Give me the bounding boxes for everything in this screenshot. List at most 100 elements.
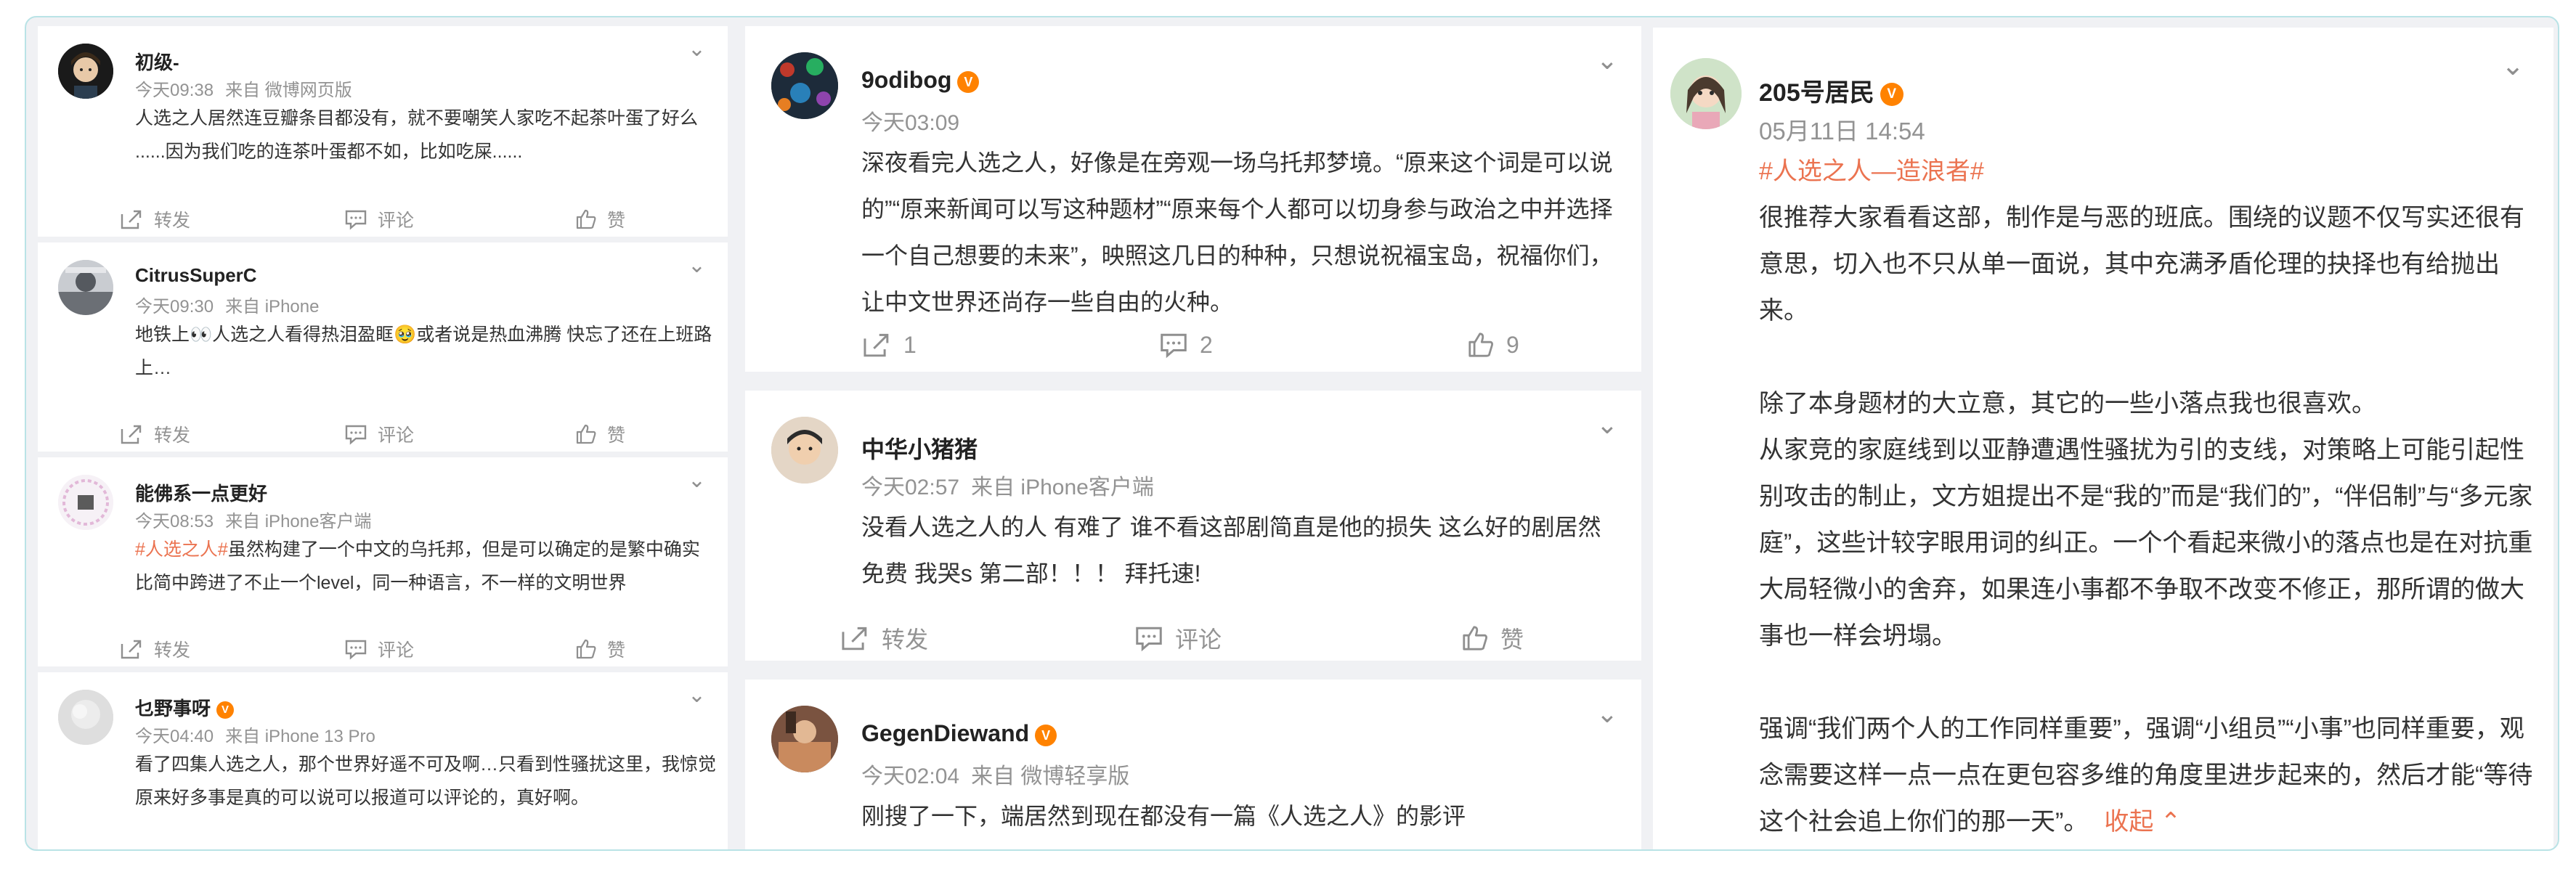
user-name[interactable]: 9odibog V (861, 67, 980, 94)
chevron-down-icon[interactable]: ⌄ (1596, 698, 1618, 729)
avatar[interactable] (58, 260, 113, 315)
chevron-down-icon[interactable]: ⌄ (1596, 409, 1618, 440)
avatar[interactable] (58, 690, 113, 745)
post-paragraph (1759, 659, 2536, 706)
like-button[interactable]: 赞 (575, 636, 625, 662)
comment-icon (345, 425, 367, 445)
post-text: 看了四集人选之人，那个世界好遥不可及啊…只看到性骚扰这里，我惊觉原来好多事是真的… (135, 754, 717, 808)
repost-button[interactable]: 转发 (119, 636, 190, 662)
post-source: 来自 微博轻享版 (971, 764, 1130, 788)
avatar[interactable] (58, 475, 113, 530)
comment-icon (1136, 627, 1162, 652)
thumbs-up-icon (576, 209, 596, 229)
post-time: 今天02:57 (861, 476, 960, 499)
repost-button[interactable]: 转发 (840, 621, 928, 655)
post-meta: 今天08:53 来自 iPhone客户端 (135, 507, 371, 532)
chevron-down-icon[interactable]: ⌄ (688, 468, 706, 493)
post-text: 刚搜了一下，端居然到现在都没有一篇《人选之人》的影评 (861, 803, 1466, 829)
repost-icon (121, 425, 142, 444)
post-meta: 今天02:57 来自 iPhone客户端 (861, 469, 1154, 501)
post-paragraph (1759, 334, 2536, 380)
repost-button[interactable]: 转发 (119, 206, 190, 232)
post-meta: 今天09:38 来自 微博网页版 (135, 76, 352, 101)
comment-button[interactable]: 评论 (344, 636, 414, 662)
post-text: 深夜看完人选之人，好像是在旁观一场乌托邦梦境。“原来这个词是可以说的”“原来新闻… (861, 150, 1613, 315)
collapse-button[interactable]: 收起 ⌃ (2104, 808, 2181, 836)
post-card[interactable]: CitrusSuperC ⌄ 今天09:30 来自 iPhone 地铁上👀人选之人… (38, 242, 728, 452)
thumbs-up-icon (576, 639, 596, 659)
post-text: 没看人选之人的人 有难了 谁不看这部剧简直是他的损失 这么好的剧居然免费 我哭s… (861, 514, 1601, 587)
post-meta: 今天02:04 来自 微博轻享版 (861, 758, 1129, 790)
post-time: 今天04:40 (135, 727, 214, 746)
comment-button[interactable]: 2 (1159, 331, 1213, 359)
post-text: #人选之人—造浪者# 很推荐大家看看这部，制作是与恶的班底。围绕的议题不仅写实还… (1759, 148, 2536, 845)
post-time: 今天02:04 (861, 764, 960, 788)
user-name[interactable]: CitrusSuperC (135, 264, 257, 287)
verified-badge-icon: V (957, 70, 980, 93)
like-button[interactable]: 赞 (575, 206, 625, 232)
post-card[interactable]: GegenDiewand V ⌄ 今天02:04 来自 微博轻享版 刚搜了一下，端居… (745, 680, 1641, 849)
avatar[interactable] (771, 417, 838, 484)
chevron-down-icon[interactable]: ⌄ (1596, 45, 1618, 76)
post-card[interactable]: 初级- ⌄ 今天09:38 来自 微博网页版 人选之人居然连豆瓣条目都没有，就不要… (38, 26, 728, 237)
post-meta: 今天03:09 (861, 105, 959, 136)
post-time: 05月11日 14:54 (1759, 118, 1925, 144)
hashtag-link[interactable]: #人选之人# (135, 539, 228, 560)
thumbs-up-icon (1468, 332, 1494, 357)
chevron-down-icon[interactable]: ⌄ (2501, 49, 2524, 82)
comment-icon (345, 210, 367, 230)
post-source: 来自 iPhone (225, 297, 320, 317)
post-card-expanded[interactable]: 205号居民 V ⌄ 05月11日 14:54 #人选之人—造浪者# 很推荐大家看… (1653, 28, 2553, 849)
comment-count: 2 (1200, 331, 1213, 358)
post-source: 来自 微博网页版 (225, 81, 352, 100)
comment-button[interactable]: 评论 (1134, 621, 1222, 655)
post-time: 今天03:09 (861, 111, 960, 135)
hashtag-line: #人选之人—造浪者# (1759, 148, 2536, 195)
comment-button[interactable]: 评论 (344, 206, 414, 232)
avatar[interactable] (1670, 58, 1742, 129)
like-button[interactable]: 赞 (575, 421, 625, 447)
user-name[interactable]: 初级- (135, 48, 179, 75)
post-meta: 05月11日 14:54 (1759, 112, 1925, 147)
avatar[interactable] (58, 44, 113, 99)
repost-button[interactable]: 转发 (119, 421, 190, 447)
user-name[interactable]: 能佛系一点更好 (135, 479, 267, 506)
hashtag-link[interactable]: #人选之人—造浪者# (1759, 158, 1984, 185)
repost-icon (842, 627, 867, 650)
post-paragraph: 很推荐大家看看这部，制作是与恶的班底。围绕的议题不仅写实还很有意思，切入也不只从… (1759, 204, 2524, 325)
repost-icon (864, 333, 889, 357)
comment-icon (345, 640, 367, 660)
like-count: 9 (1506, 331, 1519, 358)
repost-icon (121, 640, 142, 659)
user-name[interactable]: 中华小猪猪 (861, 431, 978, 465)
post-card[interactable]: 中华小猪猪 ⌄ 今天02:57 来自 iPhone客户端 没看人选之人的人 有难了… (745, 391, 1641, 661)
like-button[interactable]: 9 (1467, 331, 1519, 359)
chevron-down-icon[interactable]: ⌄ (688, 36, 706, 62)
chevron-down-icon[interactable]: ⌄ (688, 682, 706, 708)
post-source: 来自 iPhone 13 Pro (225, 727, 375, 746)
repost-button[interactable]: 1 (861, 331, 917, 359)
user-name[interactable]: 乜野事呀 V (135, 694, 235, 721)
post-card[interactable]: 乜野事呀 V ⌄ 今天04:40 来自 iPhone 13 Pro 看了四集人选之人… (38, 672, 728, 849)
post-text: 人选之人居然连豆瓣条目都没有，就不要嘲笑人家吃不起茶叶蛋了好么 ......因为… (135, 108, 699, 162)
repost-icon (121, 210, 142, 229)
post-meta: 今天04:40 来自 iPhone 13 Pro (135, 722, 375, 747)
chevron-down-icon[interactable]: ⌄ (688, 253, 706, 278)
verified-badge-icon: V (216, 701, 235, 719)
post-paragraph-last: 强调“我们两个人的工作同样重要”，强调“小组员”“小事”也同样重要，观念需要这样… (1759, 715, 2533, 836)
avatar[interactable] (771, 52, 838, 119)
thumbs-up-icon (576, 424, 596, 444)
user-name[interactable]: GegenDiewand V (861, 720, 1057, 747)
comment-icon (1161, 333, 1187, 359)
weibo-feed-frame: 初级- ⌄ 今天09:38 来自 微博网页版 人选之人居然连豆瓣条目都没有，就不要… (25, 16, 2559, 851)
like-button[interactable]: 赞 (1461, 621, 1524, 655)
comment-button[interactable]: 评论 (344, 421, 414, 447)
post-time: 今天08:53 (135, 512, 214, 531)
user-name[interactable]: 205号居民 V (1759, 73, 1903, 108)
post-source: 来自 iPhone客户端 (971, 476, 1154, 499)
post-time: 今天09:38 (135, 81, 214, 100)
post-paragraph: 从家竞的家庭线到以亚静遭遇性骚扰为引的支线，对策略上可能引起性别攻击的制止，文方… (1759, 436, 2533, 650)
post-card[interactable]: 能佛系一点更好 ⌄ 今天08:53 来自 iPhone客户端 #人选之人#虽然构建… (38, 457, 728, 666)
post-card[interactable]: 9odibog V ⌄ 今天03:09 深夜看完人选之人，好像是在旁观一场乌托邦梦… (745, 26, 1641, 372)
avatar[interactable] (771, 706, 838, 772)
